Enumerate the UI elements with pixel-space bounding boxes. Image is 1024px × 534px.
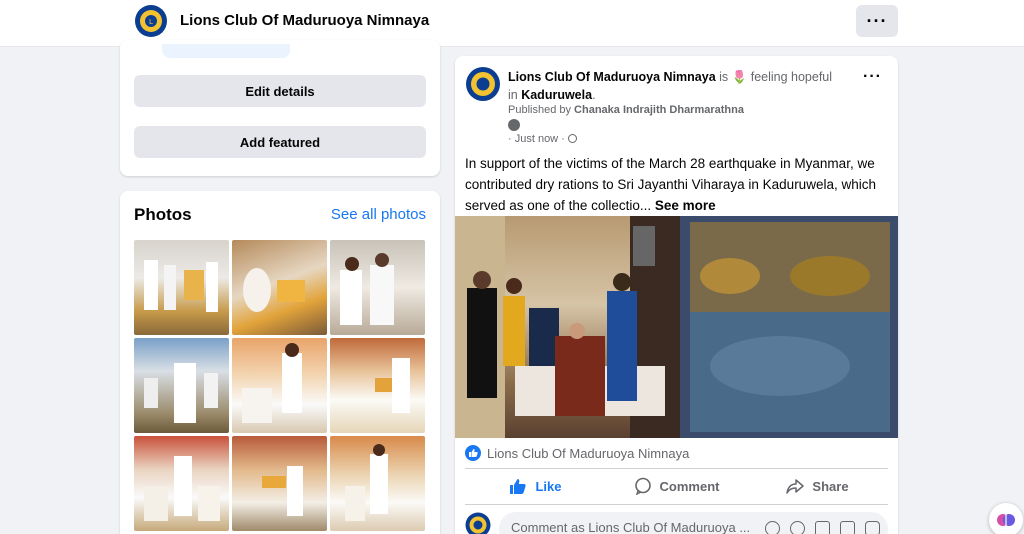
post-card: Lions Club Of Maduruoya Nimnaya is 🌷 fee… — [455, 56, 898, 534]
timestamp-text: · Just now · — [508, 133, 565, 145]
reaction-names: Lions Club Of Maduruoya Nimnaya — [487, 445, 690, 461]
post-actions: Like Comment Share — [465, 470, 888, 502]
assistant-brain-icon[interactable] — [989, 503, 1023, 534]
photo-thumbnail[interactable] — [134, 240, 229, 335]
divider — [465, 504, 888, 505]
feeling-emoji-icon: 🌷 — [731, 70, 748, 84]
see-all-photos-link[interactable]: See all photos — [331, 206, 426, 223]
emoji-icon[interactable] — [790, 521, 805, 534]
published-by: Published by Chanaka Indrajith Dharmarat… — [508, 104, 744, 116]
photos-card: Photos See all photos — [120, 191, 440, 534]
post-photo-left[interactable] — [455, 216, 680, 438]
photo-thumbnail[interactable] — [232, 240, 327, 335]
more-options-button[interactable]: ··· — [856, 5, 898, 37]
post-media[interactable] — [455, 216, 898, 438]
post-options-icon[interactable]: ··· — [863, 68, 882, 86]
see-more-link[interactable]: See more — [655, 198, 716, 213]
edit-details-button[interactable]: Edit details — [134, 75, 426, 107]
reaction-summary[interactable]: Lions Club Of Maduruoya Nimnaya — [465, 445, 689, 461]
thumbs-up-icon — [510, 479, 527, 494]
location-link[interactable]: Kaduruwela — [521, 88, 592, 102]
post-is-text: is — [715, 70, 732, 84]
add-featured-button[interactable]: Add featured — [134, 126, 426, 158]
commenter-avatar — [465, 512, 491, 534]
comment-tools — [765, 521, 880, 534]
intro-highlight — [162, 44, 290, 58]
comment-composer: Comment as Lions Club Of Maduruoya ... — [465, 512, 888, 534]
camera-icon[interactable] — [815, 521, 830, 534]
svg-text:L: L — [149, 18, 153, 26]
author-avatar[interactable] — [465, 66, 501, 102]
share-arrow-icon — [786, 479, 805, 494]
post-author-link[interactable]: Lions Club Of Maduruoya Nimnaya — [508, 70, 716, 84]
like-label: Like — [535, 478, 562, 494]
comment-bubble-icon — [634, 477, 651, 495]
like-button[interactable]: Like — [465, 470, 606, 502]
photos-title: Photos — [134, 205, 192, 224]
globe-icon — [567, 134, 577, 143]
post-text: In support of the victims of the March 2… — [465, 153, 890, 216]
photo-thumbnail[interactable] — [330, 436, 425, 531]
photo-thumbnail[interactable] — [330, 338, 425, 433]
post-header: Lions Club Of Maduruoya Nimnaya is 🌷 fee… — [508, 70, 833, 102]
more-horizontal-icon: ··· — [866, 10, 888, 31]
publisher-info-icon[interactable] — [508, 119, 520, 131]
share-button[interactable]: Share — [747, 470, 888, 502]
photo-thumbnail[interactable] — [232, 436, 327, 531]
photo-thumbnail[interactable] — [330, 240, 425, 335]
gif-icon[interactable] — [840, 521, 855, 534]
published-by-label: Published by — [508, 104, 575, 116]
page-name[interactable]: Lions Club Of Maduruoya Nimnaya — [180, 12, 429, 29]
post-in-text: in — [508, 88, 522, 102]
lions-club-logo[interactable]: L — [134, 4, 168, 38]
photo-grid — [134, 240, 426, 531]
comment-label: Comment — [659, 478, 720, 494]
divider — [465, 468, 888, 469]
comment-placeholder: Comment as Lions Club Of Maduruoya ... — [511, 520, 751, 534]
photo-thumbnail[interactable] — [134, 436, 229, 531]
share-label: Share — [812, 478, 849, 494]
like-reaction-icon — [465, 445, 481, 461]
feeling-text: feeling hopeful — [750, 70, 833, 84]
post-photo-right[interactable] — [680, 216, 898, 438]
post-timestamp[interactable]: · Just now · — [508, 133, 577, 145]
photo-thumbnail[interactable] — [134, 338, 229, 433]
comment-button[interactable]: Comment — [606, 470, 747, 502]
intro-card: Edit details Add featured — [120, 40, 440, 176]
photo-thumbnail[interactable] — [232, 338, 327, 433]
sticker-icon[interactable] — [865, 521, 880, 534]
avatar-sticker-icon[interactable] — [765, 521, 780, 534]
publisher-link[interactable]: Chanaka Indrajith Dharmarathna — [574, 104, 744, 116]
